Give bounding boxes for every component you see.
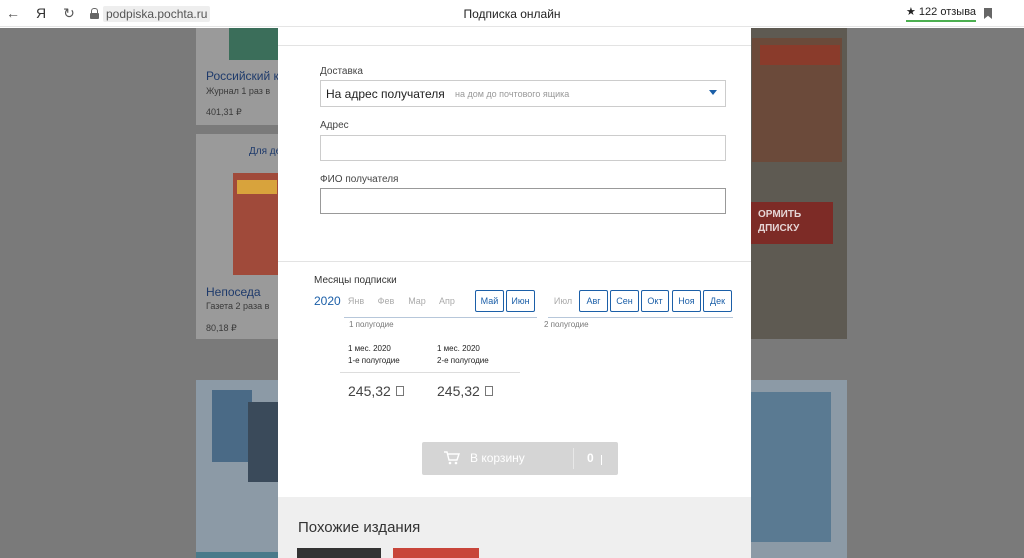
delivery-hint: на дом до почтового ящика — [455, 89, 570, 99]
address-field[interactable] — [320, 135, 726, 161]
address-bar[interactable]: podpiska.pochta.ru — [90, 5, 211, 22]
bookmark-icon[interactable] — [984, 8, 992, 19]
similar-item[interactable] — [393, 548, 479, 558]
period-price: 245,32 — [437, 383, 493, 399]
period-duration: 1 мес. 2020 — [437, 344, 480, 353]
period-item: 1 мес. 2020 2-е полугодие — [437, 343, 489, 367]
month-button-7[interactable]: Июл — [549, 290, 577, 312]
fio-label: ФИО получателя — [320, 174, 399, 185]
half1-line — [344, 317, 537, 318]
banner-cover — [751, 392, 831, 542]
half1-label: 1 полугодие — [349, 320, 394, 329]
ruble-icon — [484, 386, 493, 396]
product-desc: Журнал 1 раз в — [206, 86, 271, 96]
delivery-label: Доставка — [320, 66, 363, 77]
half2-label: 2 полугодие — [544, 320, 589, 329]
cart-icon — [444, 451, 460, 465]
add-to-cart-button[interactable]: В корзину 0 — [422, 442, 618, 475]
month-button-1[interactable]: Янв — [342, 290, 370, 312]
month-button-9[interactable]: Сен — [610, 290, 639, 312]
month-button-3[interactable]: Мар — [403, 290, 431, 312]
reload-icon[interactable]: ↻ — [60, 4, 78, 22]
month-button-10[interactable]: Окт — [641, 290, 669, 312]
period-half: 1-е полугодие — [348, 356, 400, 365]
product-title[interactable]: Российский к — [206, 69, 279, 83]
cart-count: 0 — [587, 451, 594, 465]
month-button-6[interactable]: Июн — [506, 290, 535, 312]
product-title[interactable]: Непоседа — [206, 285, 261, 299]
url-text: podpiska.pochta.ru — [103, 5, 211, 22]
product-cover — [229, 28, 278, 60]
year-label[interactable]: 2020 — [314, 294, 341, 308]
divider — [573, 448, 574, 469]
browser-toolbar: ← Я ↻ podpiska.pochta.ru Подписка онлайн… — [0, 0, 1024, 27]
reviews-badge[interactable]: ★ 122 отзыва — [906, 5, 977, 22]
product-desc: Газета 2 раза в — [206, 301, 270, 311]
product-badge: Для де — [249, 146, 282, 157]
divider — [340, 372, 520, 373]
price-value: 245,32 — [437, 383, 480, 399]
delivery-select[interactable]: На адрес получателя на дом до почтового … — [320, 80, 726, 107]
banner-cover — [212, 390, 252, 462]
similar-item[interactable] — [297, 548, 381, 558]
address-label: Адрес — [320, 120, 349, 131]
divider — [278, 45, 751, 46]
month-button-8[interactable]: Авг — [579, 290, 608, 312]
half2-line — [548, 317, 733, 318]
period-price: 245,32 — [348, 383, 404, 399]
month-button-4[interactable]: Апр — [433, 290, 461, 312]
month-button-12[interactable]: Дек — [703, 290, 732, 312]
fio-field[interactable] — [320, 188, 726, 214]
cover-title-strip — [237, 180, 277, 194]
promo-text: ОРМИТЬ ДПИСКУ — [758, 209, 802, 234]
divider — [278, 261, 751, 262]
product-price: 401,31 ₽ — [206, 107, 242, 117]
banner-cover — [248, 402, 278, 482]
chevron-down-icon — [709, 90, 717, 95]
month-button-11[interactable]: Ноя — [672, 290, 701, 312]
divider — [601, 455, 602, 465]
product-price: 80,18 ₽ — [206, 323, 237, 333]
period-half: 2-е полугодие — [437, 356, 489, 365]
lock-icon — [90, 8, 99, 19]
magazine-masthead — [760, 45, 840, 65]
price-value: 245,32 — [348, 383, 391, 399]
month-button-5[interactable]: Май — [475, 290, 504, 312]
months-label: Месяцы подписки — [314, 275, 397, 286]
ruble-icon — [395, 386, 404, 396]
cart-label: В корзину — [470, 451, 525, 465]
similar-title: Похожие издания — [298, 519, 421, 536]
delivery-value: На адрес получателя — [326, 87, 445, 101]
yandex-icon[interactable]: Я — [32, 4, 50, 22]
back-icon[interactable]: ← — [4, 4, 22, 22]
banner-strip — [196, 552, 278, 558]
period-item: 1 мес. 2020 1-е полугодие — [348, 343, 400, 367]
period-duration: 1 мес. 2020 — [348, 344, 391, 353]
month-button-2[interactable]: Фев — [372, 290, 400, 312]
